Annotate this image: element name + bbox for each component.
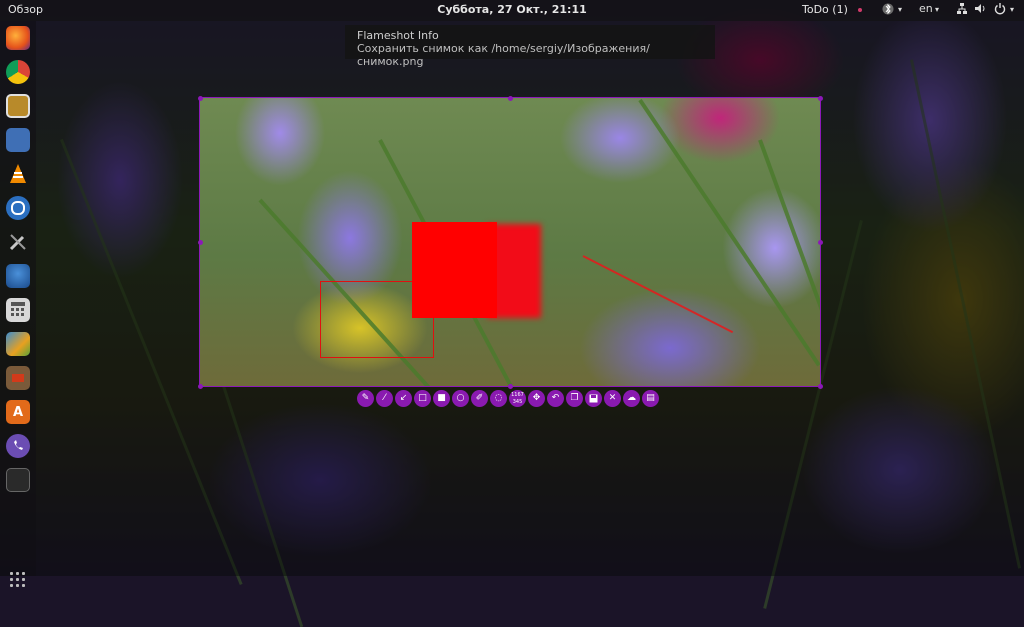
top-panel: Обзор Суббота, 27 Окт., 21:11 ToDo (1) ▾… [0, 0, 1024, 21]
resize-handle-top-right[interactable] [818, 96, 823, 101]
todo-dot-icon [858, 8, 862, 12]
pencil-icon[interactable]: ✎ [357, 390, 374, 407]
filled-rectangle-icon[interactable]: ■ [433, 390, 450, 407]
clock[interactable]: Суббота, 27 Окт., 21:11 [0, 3, 1024, 16]
undo-icon[interactable]: ↶ [547, 390, 564, 407]
copy-icon[interactable]: ❐ [566, 390, 583, 407]
blur-icon[interactable]: ◌ [490, 390, 507, 407]
chevron-down-icon[interactable]: ▾ [1010, 5, 1014, 14]
chevron-down-icon[interactable]: ▾ [898, 5, 902, 14]
bluetooth-icon[interactable] [882, 2, 894, 19]
notification-body: Сохранить снимок как /home/sergiy/Изобра… [357, 42, 650, 68]
line-icon[interactable]: ⁄ [376, 390, 393, 407]
chevron-down-icon[interactable]: ▾ [935, 5, 939, 14]
shutter-icon[interactable] [6, 196, 30, 220]
resize-handle-bottom-left[interactable] [198, 384, 203, 389]
show-applications-icon[interactable] [10, 572, 26, 588]
marker-icon[interactable]: ✐ [471, 390, 488, 407]
image-viewer-icon[interactable] [6, 332, 30, 356]
terminal-app-icon[interactable] [6, 366, 30, 390]
resize-handle-left[interactable] [198, 240, 203, 245]
chrome-icon[interactable] [6, 60, 30, 84]
upload-icon[interactable]: ☁ [623, 390, 640, 407]
terminal-icon[interactable] [6, 468, 30, 492]
rectangle-icon[interactable]: □ [414, 390, 431, 407]
thunderbird-icon[interactable] [6, 264, 30, 288]
language-indicator[interactable]: en [919, 2, 933, 15]
coords-width: 1167 [511, 392, 524, 398]
circle-icon[interactable]: ○ [452, 390, 469, 407]
firefox-icon[interactable] [6, 26, 30, 50]
close-icon[interactable]: ✕ [604, 390, 621, 407]
flower-stem [758, 139, 820, 386]
move-icon[interactable]: ✥ [528, 390, 545, 407]
resize-handle-top[interactable] [508, 96, 513, 101]
tools-icon[interactable] [6, 230, 30, 254]
viber-icon[interactable] [6, 434, 30, 458]
network-icon[interactable] [956, 2, 968, 18]
resize-handle-bottom-right[interactable] [818, 384, 823, 389]
notification-title: Flameshot Info [357, 29, 439, 42]
calculator-icon[interactable] [6, 298, 30, 322]
coords-height: 345 [512, 399, 523, 405]
volume-icon[interactable] [974, 2, 986, 18]
vlc-icon[interactable] [6, 162, 30, 186]
screenshot-app-icon[interactable] [6, 94, 30, 118]
resize-handle-top-left[interactable] [198, 96, 203, 101]
resize-handle-bottom[interactable] [508, 384, 513, 389]
dock: A [0, 21, 36, 587]
selection-coords-icon[interactable]: 1167 345 [509, 390, 526, 407]
save-icon[interactable] [585, 390, 602, 407]
resize-handle-right[interactable] [818, 240, 823, 245]
notes-app-icon[interactable] [6, 128, 30, 152]
software-center-icon[interactable]: A [6, 400, 30, 424]
drawn-filled-rectangle [412, 222, 497, 318]
notification-popup[interactable]: Flameshot Info Сохранить снимок как /hom… [345, 25, 715, 68]
open-app-icon[interactable]: ▤ [642, 390, 659, 407]
arrow-icon[interactable]: ↙ [395, 390, 412, 407]
power-icon[interactable] [994, 2, 1006, 18]
todo-indicator[interactable]: ToDo (1) [802, 3, 848, 16]
